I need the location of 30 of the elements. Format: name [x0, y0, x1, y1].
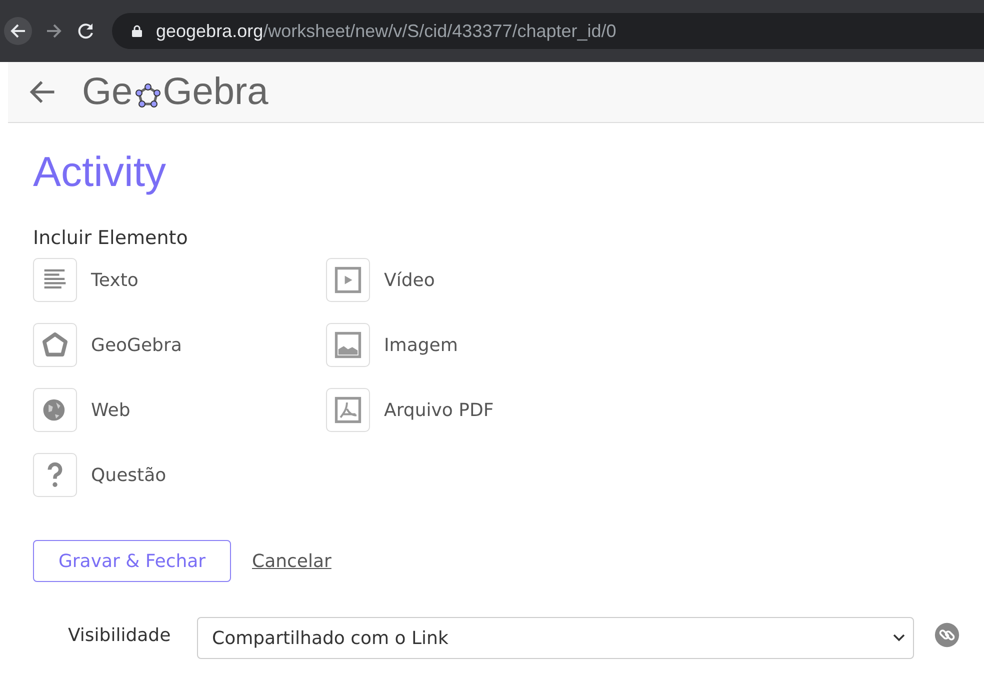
- visibility-label: Visibilidade: [68, 624, 172, 646]
- selected-value: Compartilhado com o Link: [212, 628, 448, 648]
- web-element-icon[interactable]: [33, 388, 77, 432]
- address-bar[interactable]: geogebra.org/worksheet/new/v/S/cid/433377/chapter_id/0: [112, 13, 984, 49]
- save-button[interactable]: Gravar & Fechar: [33, 540, 231, 582]
- geogebra-element-icon[interactable]: [33, 323, 77, 367]
- section-label: Incluir Elemento: [33, 227, 189, 249]
- back-icon[interactable]: [4, 17, 32, 45]
- visibility-dropdown[interactable]: Compartilhado com o Link: [197, 617, 914, 659]
- text-element-icon[interactable]: [33, 258, 77, 302]
- chevron-down-icon: [893, 634, 905, 642]
- logo-text: Ge: [82, 70, 133, 114]
- element-label[interactable]: Arquivo PDF: [384, 400, 494, 420]
- link-icon[interactable]: [934, 622, 960, 648]
- image-element-icon[interactable]: [326, 323, 370, 367]
- element-label[interactable]: Imagem: [384, 334, 458, 356]
- element-label[interactable]: Web: [91, 400, 130, 420]
- element-label[interactable]: GeoGebra: [91, 334, 182, 356]
- element-label[interactable]: Vídeo: [384, 270, 435, 290]
- lock-icon: [132, 25, 142, 37]
- logo-text: Gebra: [162, 70, 268, 114]
- cancel-link[interactable]: Cancelar: [252, 550, 332, 572]
- pdf-element-icon[interactable]: [326, 388, 370, 432]
- reload-icon[interactable]: [76, 21, 96, 41]
- question-element-icon[interactable]: [33, 453, 77, 497]
- url-text: geogebra.org/worksheet/new/v/S/cid/433377/chapter_id/0: [156, 20, 616, 42]
- element-label[interactable]: Questão: [91, 464, 166, 486]
- element-label[interactable]: Texto: [91, 270, 138, 290]
- video-element-icon[interactable]: [326, 258, 370, 302]
- page-title: Activity: [33, 147, 168, 197]
